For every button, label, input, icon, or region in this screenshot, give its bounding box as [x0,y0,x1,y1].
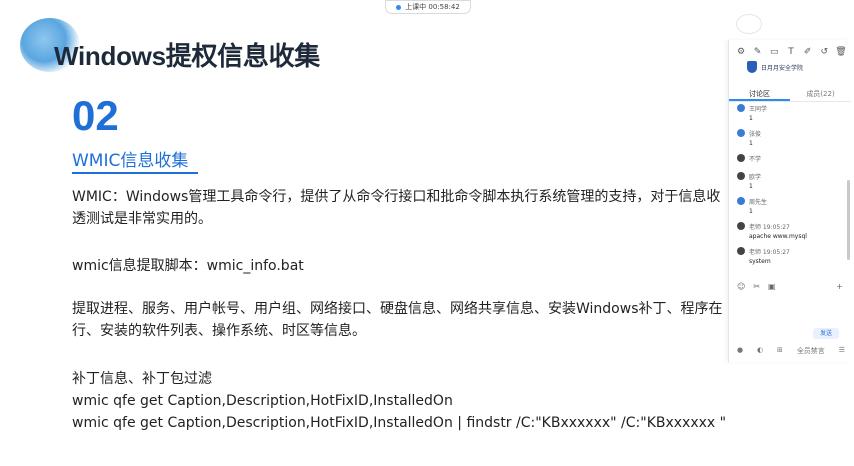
avatar [737,129,745,137]
tab-members[interactable]: 成员(22) [790,88,851,101]
recording-time: 上课中 00:58:42 [405,3,460,11]
shield-icon [747,61,757,73]
list-item: 老师 19:05:27 system [737,247,845,265]
paragraph-line: 透测试是非常实用的。 [72,211,212,227]
list-item: 王同学 1 [737,104,845,122]
add-icon[interactable]: + [836,282,843,291]
presentation-slide: Windows提权信息收集 02 WMIC信息收集 WMIC：Windows管理… [0,0,854,466]
pen-icon[interactable]: ✎ [752,47,764,57]
grid-icon[interactable]: ⊞ [777,346,783,356]
command-line: wmic qfe get Caption,Description,HotFixI… [72,415,727,431]
watermark-logo [736,14,762,34]
send-button[interactable]: 发送 [813,328,839,339]
avatar [737,222,745,230]
emoji-icon[interactable]: ☺ [737,282,745,291]
list-item: 周先生 1 [737,197,845,215]
undo-icon[interactable]: ↺ [818,47,830,57]
trash-icon[interactable]: 🗑 [835,47,847,57]
avatar [737,154,745,162]
mute-all-button[interactable]: 全员禁言 [797,346,825,356]
message-list: 王同学 1 张俊 1 不学 欧学 1 周先生 1 老师 19:05:27 apache w… [737,104,845,272]
mic-icon[interactable]: ● [737,346,743,356]
section-underline [72,172,198,174]
avatar [737,197,745,205]
eraser-icon[interactable]: ✐ [802,47,814,57]
avatar [737,247,745,255]
scissors-icon[interactable]: ✂ [753,282,760,291]
avatar [737,104,745,112]
recording-indicator[interactable]: 上课中 00:58:42 [385,0,471,14]
menu-icon[interactable]: ☰ [839,346,845,356]
command-line: wmic qfe get Caption,Description,HotFixI… [72,393,453,409]
paragraph-line: wmic信息提取脚本：wmic_info.bat [72,258,304,274]
settings-icon[interactable]: ⚙ [735,47,747,57]
paragraph-line: 补丁信息、补丁包过滤 [72,371,212,387]
list-item: 不学 [737,154,845,165]
list-item: 老师 19:05:27 apache www.mysql [737,222,845,240]
image-icon[interactable]: ▣ [768,282,776,291]
record-dot-icon [396,4,402,10]
chat-scrollbar[interactable] [847,180,850,260]
list-item: 欧学 1 [737,172,845,190]
section-title: WMIC信息收集 [72,151,189,171]
paragraph-line: 提取进程、服务、用户帐号、用户组、网络接口、硬盘信息、网络共享信息、安装Wind… [72,301,723,317]
input-toolbar: ☺ ✂ ▣ + [737,282,843,291]
avatar [737,172,745,180]
paragraph-line: 行、安装的软件列表、操作系统、时区等信息。 [72,323,366,339]
slide-title: Windows提权信息收集 [54,41,320,71]
school-logo: 日月月安全学院 [747,58,837,76]
camera-icon[interactable]: ◐ [757,346,763,356]
panel-footer: ● ◐ ⊞ 全员禁言 ☰ [737,346,845,356]
text-icon[interactable]: T [785,47,797,57]
section-number: 02 [72,92,119,139]
list-item: 张俊 1 [737,129,845,147]
panel-tabs: 讨论区 成员(22) [729,88,851,102]
annotation-toolbar: ⚙ ✎ ▭ T ✐ ↺ 🗑 [735,46,847,58]
tab-discussion[interactable]: 讨论区 [729,88,790,101]
rectangle-icon[interactable]: ▭ [768,47,780,57]
paragraph-line: WMIC：Windows管理工具命令行，提供了从命令行接口和批命令脚本执行系统管… [72,189,721,205]
chat-panel: ⚙ ✎ ▭ T ✐ ↺ 🗑 日月月安全学院 讨论区 成员(22) 王同学 1 张俊… [728,40,851,362]
